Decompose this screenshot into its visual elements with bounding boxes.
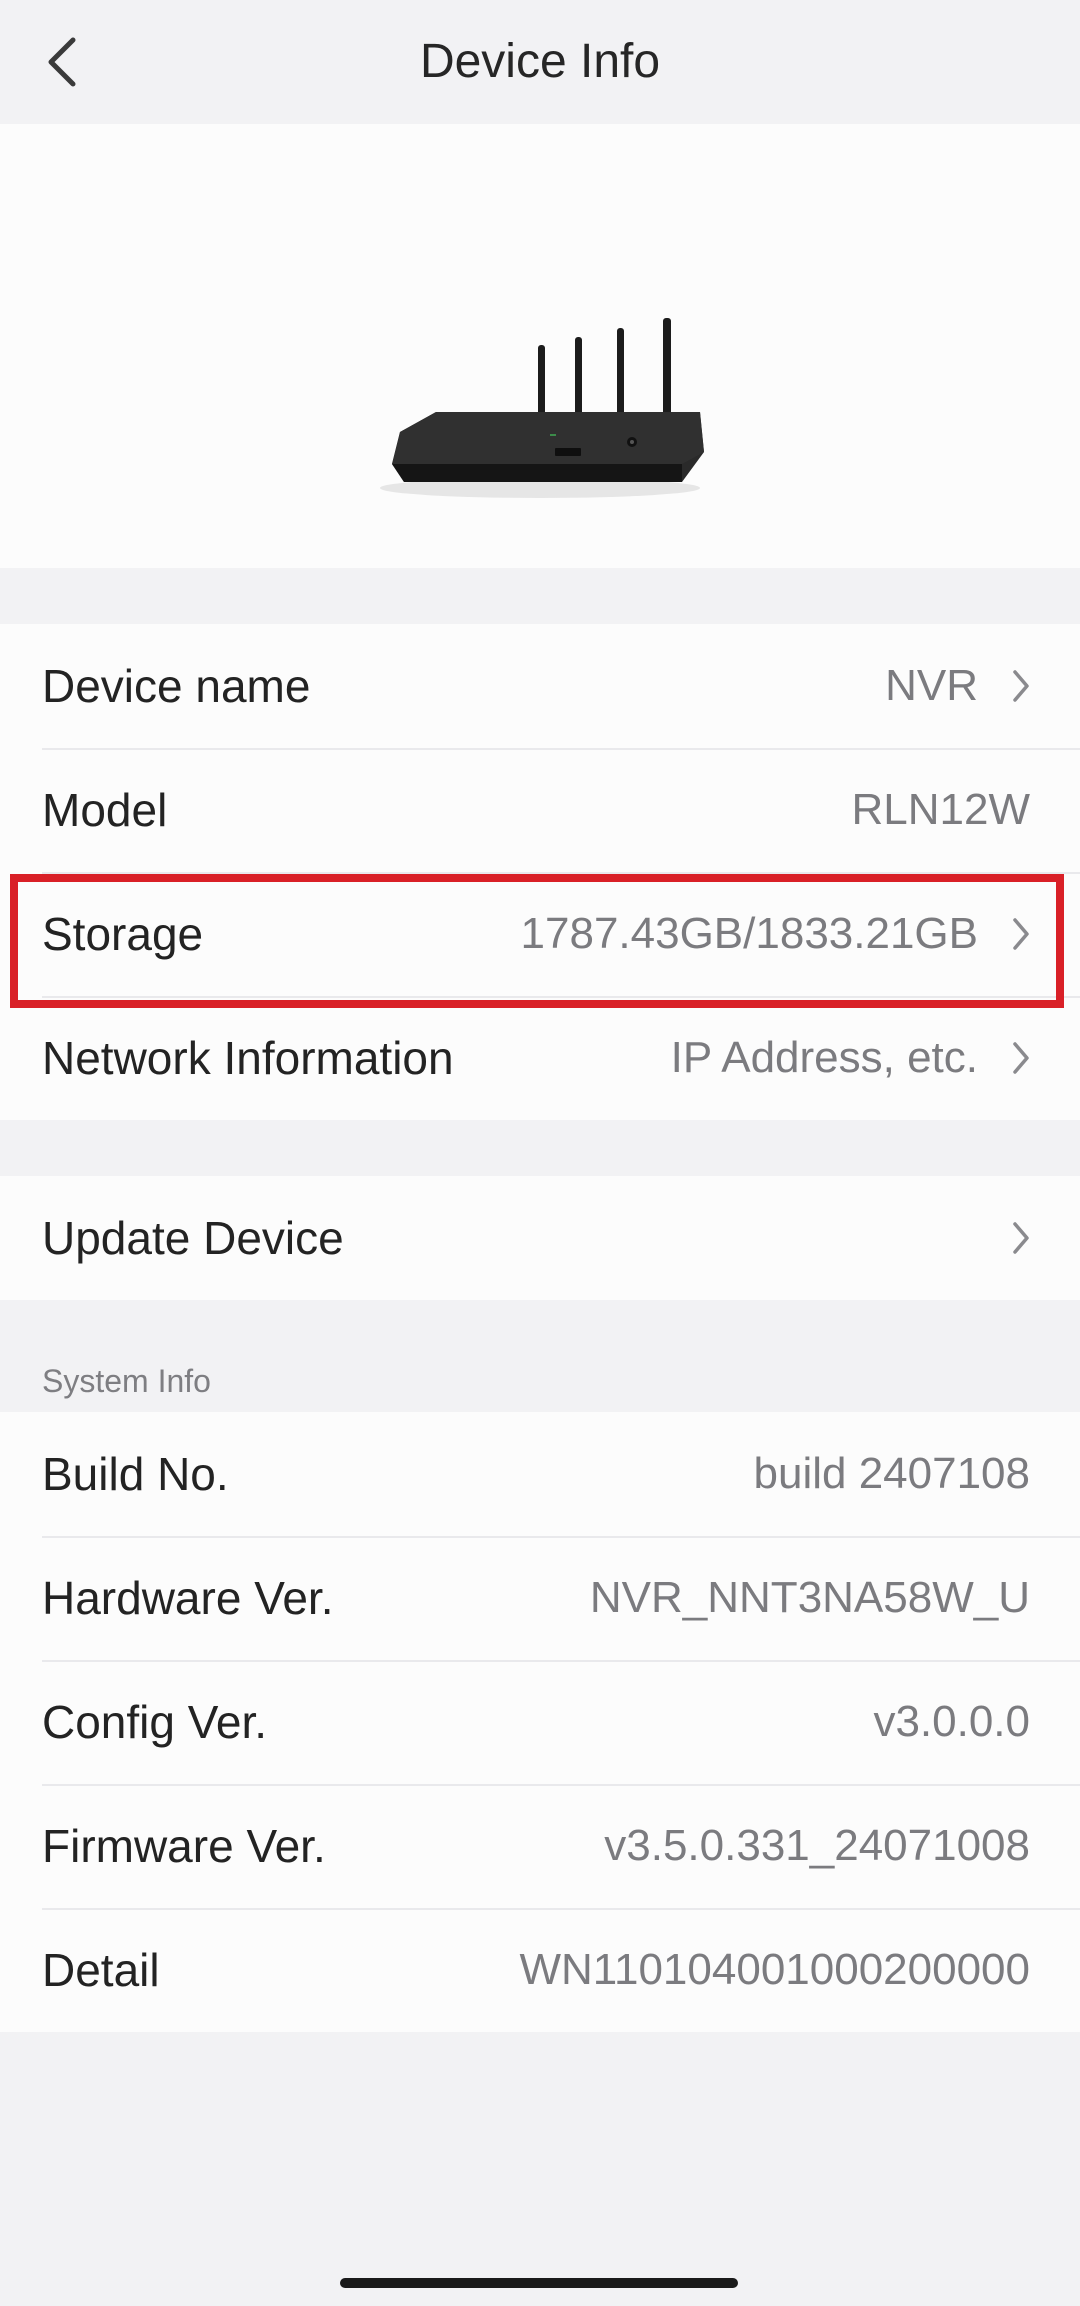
row-firmware-ver: Firmware Ver. v3.5.0.331_24071008 <box>0 1784 1080 1908</box>
row-label: Update Device <box>42 1212 344 1264</box>
row-hardware-ver: Hardware Ver. NVR_NNT3NA58W_U <box>0 1536 1080 1660</box>
row-build-no: Build No. build 2407108 <box>0 1412 1080 1536</box>
device-settings-group: Device name NVR Model RLN12W Storage 178… <box>0 624 1080 1120</box>
header-bar: Device Info <box>0 0 1080 124</box>
row-label: Device name <box>42 660 311 712</box>
chevron-right-icon <box>994 1218 1030 1258</box>
row-storage[interactable]: Storage 1787.43GB/1833.21GB <box>0 872 1080 996</box>
row-value: v3.5.0.331_24071008 <box>604 1821 1030 1870</box>
row-label: Network Information <box>42 1032 454 1084</box>
section-label-system-info: System Info <box>42 1363 211 1399</box>
row-detail: Detail WN110104001000200000 <box>0 1908 1080 2032</box>
chevron-right-icon <box>994 1038 1030 1078</box>
row-label: Config Ver. <box>42 1696 268 1748</box>
row-value: IP Address, etc. <box>670 1033 978 1082</box>
row-config-ver: Config Ver. v3.0.0.0 <box>0 1660 1080 1784</box>
home-indicator[interactable] <box>340 2278 738 2288</box>
row-label: Storage <box>42 908 204 960</box>
row-value: RLN12W <box>851 785 1031 834</box>
row-network-information[interactable]: Network Information IP Address, etc. <box>0 996 1080 1120</box>
row-label: Build No. <box>42 1448 229 1500</box>
system-info-group: Build No. build 2407108 Hardware Ver. NV… <box>0 1412 1080 2032</box>
row-update-device[interactable]: Update Device <box>0 1176 1080 1300</box>
page-title: Device Info <box>419 35 661 88</box>
row-value: WN110104001000200000 <box>519 1945 1030 1994</box>
row-value: NVR_NNT3NA58W_U <box>589 1573 1030 1622</box>
row-label: Firmware Ver. <box>42 1820 326 1872</box>
row-model: Model RLN12W <box>0 748 1080 872</box>
row-value: 1787.43GB/1833.21GB <box>520 909 978 958</box>
row-label: Model <box>42 784 168 836</box>
chevron-right-icon <box>994 914 1030 954</box>
row-value: build 2407108 <box>753 1449 1030 1498</box>
device-image-panel <box>0 124 1080 568</box>
row-label: Detail <box>42 1944 160 1996</box>
row-value: v3.0.0.0 <box>873 1697 1030 1746</box>
nvr-router-image <box>380 318 704 498</box>
row-device-name[interactable]: Device name NVR <box>0 624 1080 748</box>
row-label: Hardware Ver. <box>42 1572 334 1624</box>
update-group: Update Device <box>0 1176 1080 1300</box>
chevron-right-icon <box>994 666 1030 706</box>
row-value: NVR <box>885 661 978 710</box>
